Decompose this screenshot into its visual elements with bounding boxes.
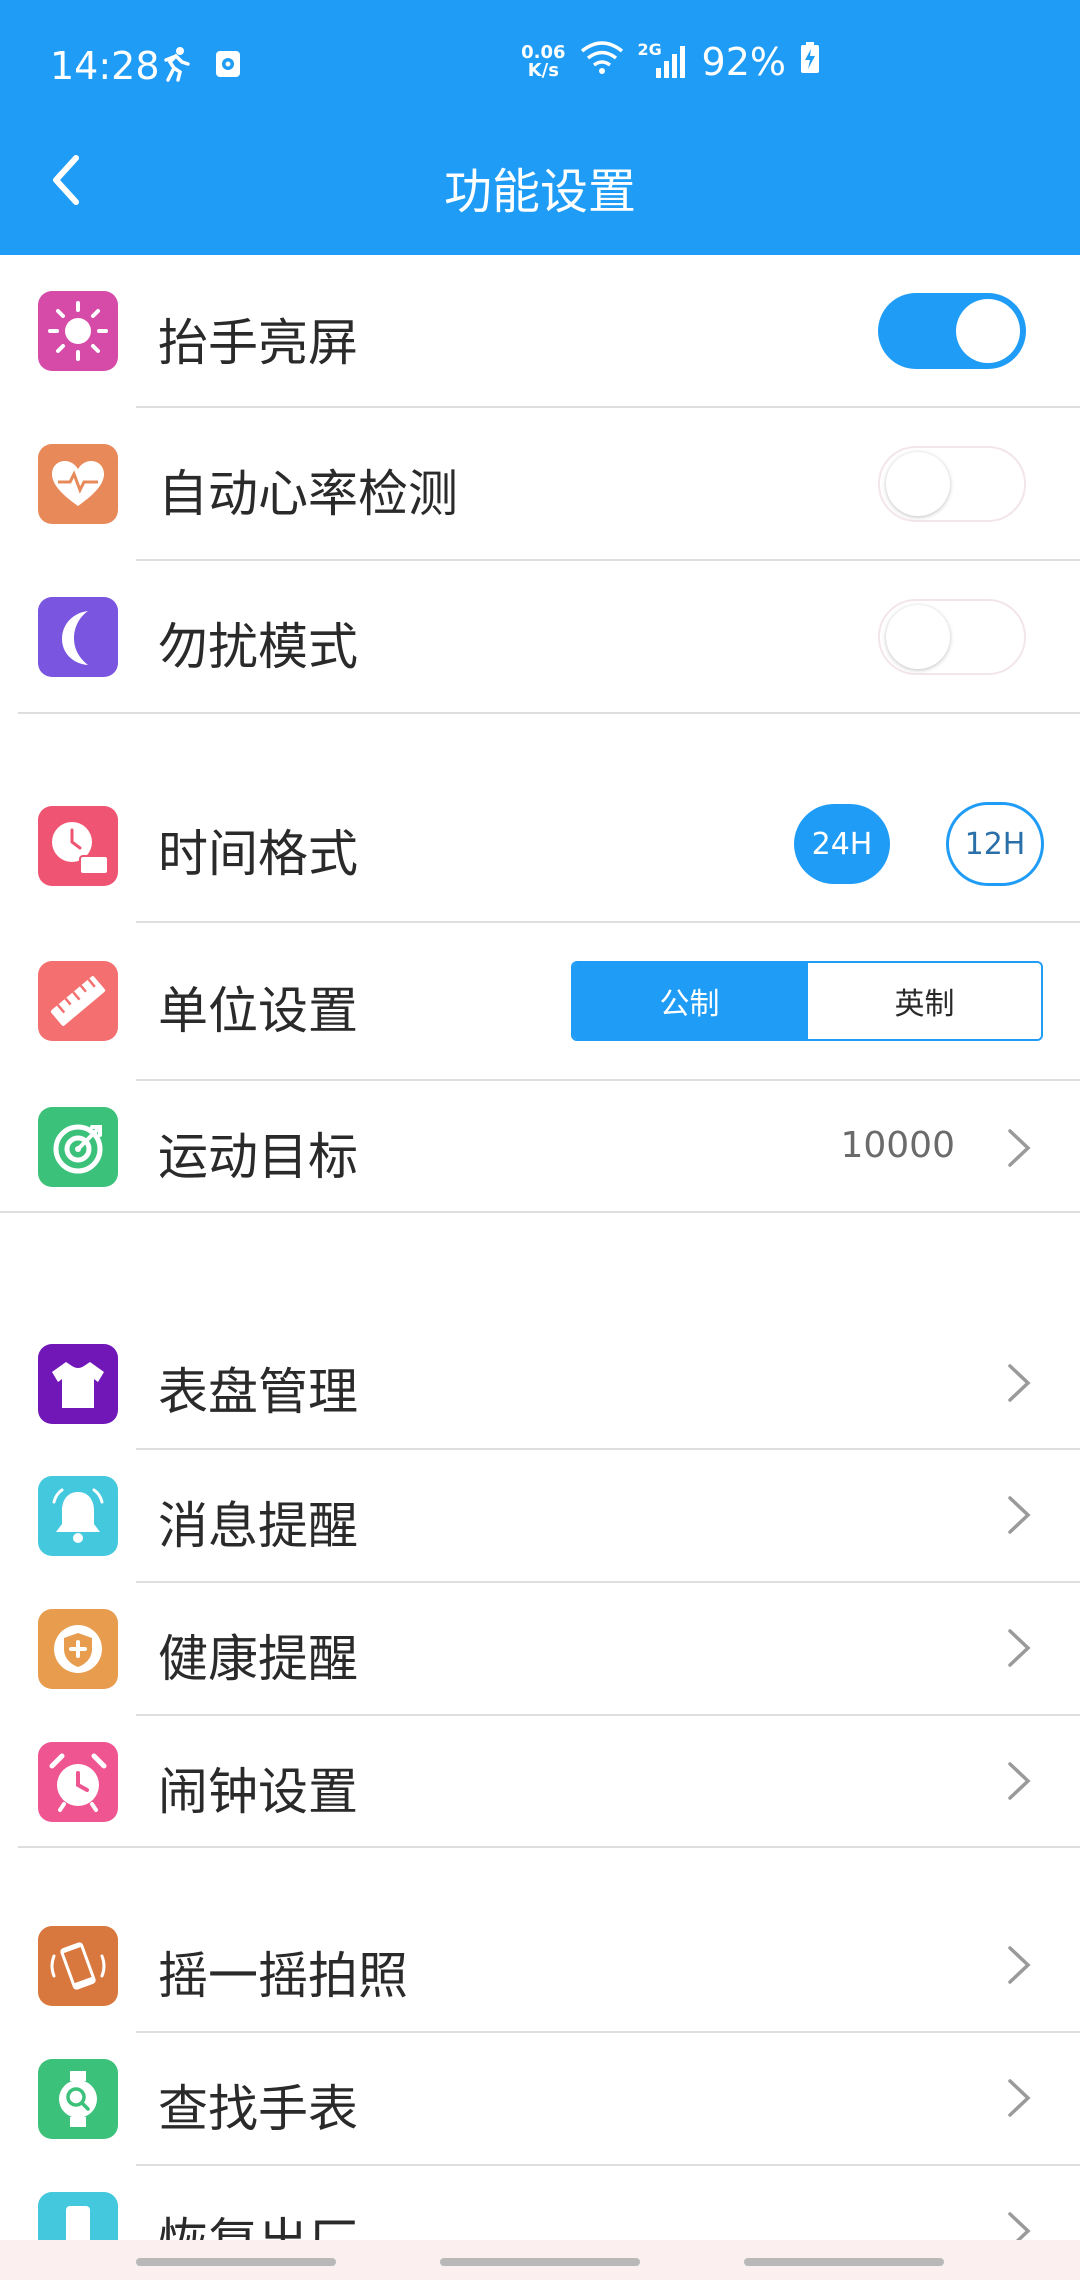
row-label: 自动心率检测 bbox=[158, 465, 458, 523]
sun-icon bbox=[38, 291, 118, 371]
chevron-right-icon bbox=[1008, 2212, 1031, 2240]
unit-segmented-control: 公制 英制 bbox=[571, 961, 1043, 1041]
row-raise-to-wake: 抬手亮屏 bbox=[0, 255, 1080, 407]
system-nav-bar bbox=[0, 2240, 1080, 2280]
row-label: 勿扰模式 bbox=[158, 618, 358, 676]
nav-home-handle[interactable] bbox=[440, 2258, 640, 2266]
unit-metric-option[interactable]: 公制 bbox=[573, 963, 806, 1039]
health-shield-icon bbox=[38, 1609, 118, 1689]
chevron-right-icon bbox=[1008, 1364, 1031, 1402]
row-label: 时间格式 bbox=[158, 825, 358, 883]
row-icon-box bbox=[38, 1344, 118, 1424]
row-icon-box bbox=[38, 291, 118, 371]
row-label: 抬手亮屏 bbox=[158, 314, 358, 372]
row-icon-box bbox=[38, 1476, 118, 1556]
status-left-icons bbox=[160, 46, 242, 86]
heart-rate-icon bbox=[38, 444, 118, 524]
bell-icon bbox=[38, 1476, 118, 1556]
row-icon-box bbox=[38, 1742, 118, 1822]
row-auto-heart-rate: 自动心率检测 bbox=[0, 408, 1080, 560]
signal-icon: 2G bbox=[638, 40, 688, 80]
row-icon-box bbox=[38, 1107, 118, 1187]
row-factory-reset[interactable]: 恢复出厂 bbox=[0, 2166, 1080, 2240]
toggle-knob bbox=[886, 605, 950, 669]
row-label: 表盘管理 bbox=[158, 1363, 358, 1421]
row-label: 运动目标 bbox=[158, 1128, 358, 1186]
row-alarm-settings[interactable]: 闹钟设置 bbox=[0, 1716, 1080, 1846]
chevron-right-icon bbox=[1008, 1946, 1031, 1984]
nav-recent-handle[interactable] bbox=[136, 2258, 336, 2266]
unit-imperial-option[interactable]: 英制 bbox=[806, 963, 1041, 1039]
status-right: 0.06 K/s 2G 92% bbox=[521, 40, 820, 84]
shirt-icon bbox=[38, 1344, 118, 1424]
row-time-format: 时间格式 24H 12H bbox=[0, 770, 1080, 922]
clock-24h-icon bbox=[38, 806, 118, 886]
shake-phone-icon bbox=[38, 1926, 118, 2006]
ruler-icon bbox=[38, 961, 118, 1041]
raise-to-wake-toggle[interactable] bbox=[878, 293, 1026, 369]
row-label: 恢复出厂 bbox=[158, 2202, 358, 2240]
row-label: 闹钟设置 bbox=[158, 1763, 358, 1821]
chevron-right-icon bbox=[1008, 1629, 1031, 1667]
row-label: 查找手表 bbox=[158, 2080, 358, 2138]
row-label: 消息提醒 bbox=[158, 1497, 358, 1555]
status-time: 14:28 bbox=[50, 44, 160, 88]
section-divider bbox=[18, 712, 1080, 714]
row-find-watch[interactable]: 查找手表 bbox=[0, 2033, 1080, 2164]
row-icon-box bbox=[38, 2059, 118, 2139]
row-icon-box bbox=[38, 444, 118, 524]
chevron-right-icon bbox=[1008, 2079, 1031, 2117]
battery-level: 92% bbox=[701, 40, 786, 84]
row-icon-box bbox=[38, 1926, 118, 2006]
battery-charging-icon bbox=[800, 41, 820, 83]
watch-search-icon bbox=[38, 2059, 118, 2139]
moon-icon bbox=[38, 597, 118, 677]
time-format-12h-option[interactable]: 12H bbox=[946, 802, 1044, 886]
alarm-clock-icon bbox=[38, 1742, 118, 1822]
row-message-reminder[interactable]: 消息提醒 bbox=[0, 1450, 1080, 1581]
toggle-knob bbox=[956, 299, 1020, 363]
toggle-knob bbox=[886, 452, 950, 516]
row-icon-box bbox=[38, 806, 118, 886]
row-label: 健康提醒 bbox=[158, 1630, 358, 1688]
row-icon-box bbox=[38, 2192, 118, 2240]
section-divider bbox=[18, 1846, 1080, 1848]
row-unit-settings: 单位设置 公制 英制 bbox=[0, 923, 1080, 1079]
row-icon-box bbox=[38, 961, 118, 1041]
row-icon-box bbox=[38, 597, 118, 677]
chevron-right-icon bbox=[1008, 1496, 1031, 1534]
do-not-disturb-toggle[interactable] bbox=[878, 599, 1026, 675]
auto-heart-rate-toggle[interactable] bbox=[878, 446, 1026, 522]
nav-back-handle[interactable] bbox=[744, 2258, 944, 2266]
section-divider bbox=[0, 1211, 1080, 1213]
row-exercise-goal[interactable]: 运动目标 10000 bbox=[0, 1081, 1080, 1211]
row-do-not-disturb: 勿扰模式 bbox=[0, 561, 1080, 713]
row-label: 单位设置 bbox=[158, 982, 358, 1040]
row-shake-photo[interactable]: 摇一摇拍照 bbox=[0, 1900, 1080, 2031]
row-health-reminder[interactable]: 健康提醒 bbox=[0, 1583, 1080, 1714]
row-label: 摇一摇拍照 bbox=[158, 1947, 408, 2005]
chevron-right-icon bbox=[1008, 1762, 1031, 1800]
page-title: 功能设置 bbox=[443, 164, 636, 220]
phone-reset-icon bbox=[38, 2192, 118, 2240]
app-notification-icon bbox=[214, 49, 242, 83]
target-icon bbox=[38, 1107, 118, 1187]
time-format-24h-option[interactable]: 24H bbox=[794, 804, 890, 884]
chevron-right-icon bbox=[1008, 1129, 1031, 1167]
app-bar: 14:28 0.06 K/s 2G 92% 功能设置 bbox=[0, 0, 1080, 255]
row-icon-box bbox=[38, 1609, 118, 1689]
row-watch-face[interactable]: 表盘管理 bbox=[0, 1310, 1080, 1448]
exercise-goal-value: 10000 bbox=[840, 1125, 955, 1166]
net-speed: 0.06 K/s bbox=[521, 42, 566, 81]
running-icon bbox=[160, 46, 190, 86]
wifi-icon bbox=[580, 40, 624, 84]
